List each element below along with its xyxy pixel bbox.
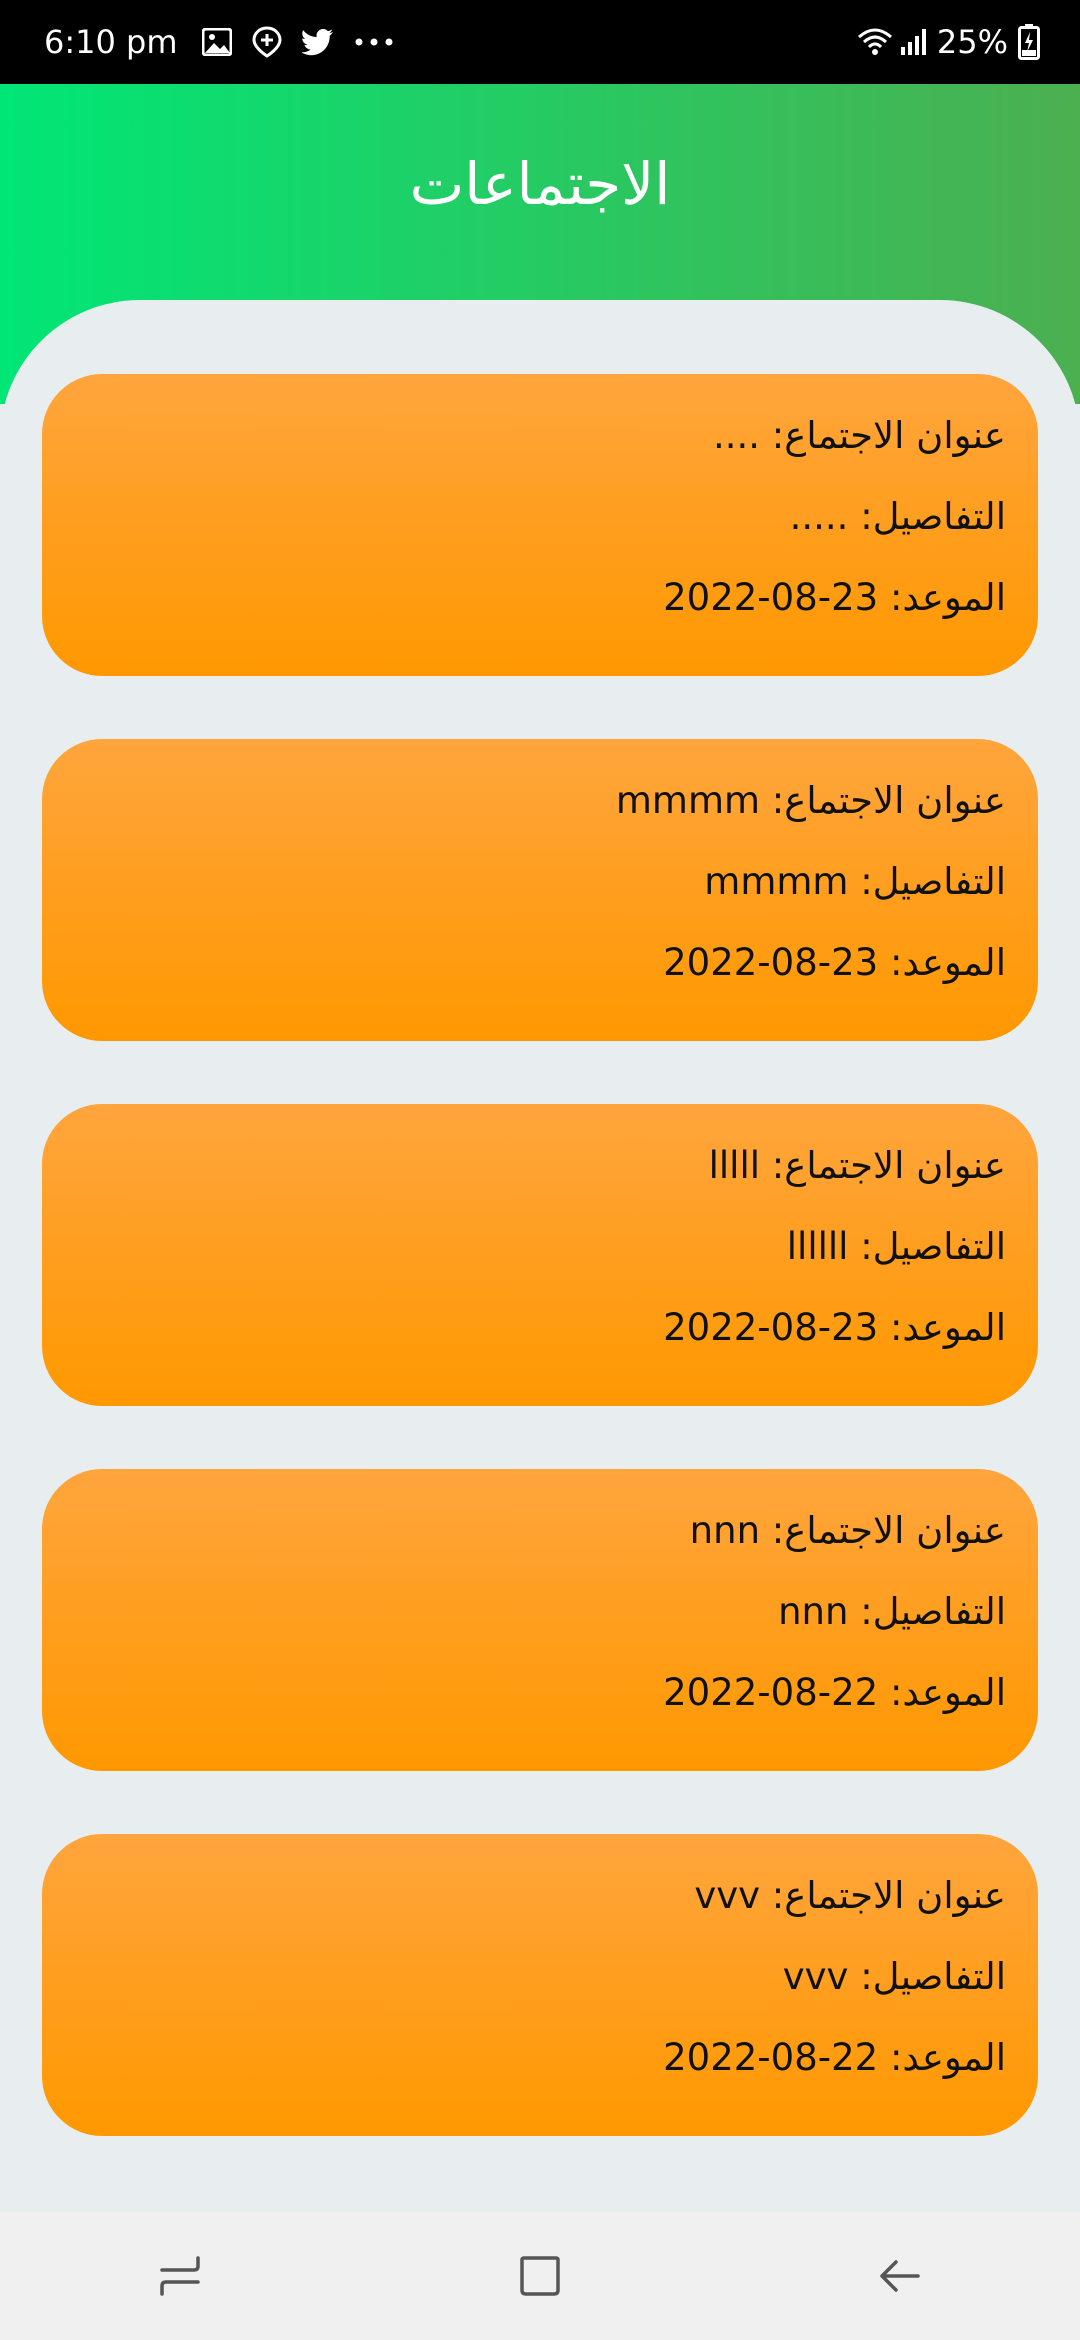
image-icon: [201, 28, 232, 56]
battery-percentage: 25%: [936, 23, 1008, 61]
meeting-card[interactable]: عنوان الاجتماع: vvv التفاصيل: vvv الموعد…: [42, 1834, 1038, 2136]
meeting-date: الموعد: 22-08-2022: [663, 1671, 1006, 1714]
meeting-date: الموعد: 23-08-2022: [663, 1306, 1006, 1349]
home-icon[interactable]: [500, 2236, 580, 2316]
meeting-card[interactable]: عنوان الاجتماع: .... التفاصيل: ..... الم…: [42, 374, 1038, 676]
twitter-icon: [301, 28, 334, 56]
more-dots-icon: [354, 37, 394, 47]
system-nav-bar: [0, 2212, 1080, 2340]
meeting-title: عنوان الاجتماع: lllll: [708, 1144, 1006, 1187]
meeting-date: الموعد: 23-08-2022: [663, 941, 1006, 984]
meeting-details: التفاصيل: mmmm: [704, 860, 1006, 903]
meeting-details: التفاصيل: llllll: [786, 1225, 1006, 1268]
meeting-details: التفاصيل: nnn: [778, 1590, 1006, 1633]
meeting-title: عنوان الاجتماع: mmmm: [615, 779, 1006, 822]
battery-charging-icon: [1018, 24, 1040, 60]
meeting-card[interactable]: عنوان الاجتماع: lllll التفاصيل: llllll ا…: [42, 1104, 1038, 1406]
meetings-list[interactable]: عنوان الاجتماع: .... التفاصيل: ..... الم…: [0, 300, 1080, 2212]
recent-apps-icon[interactable]: [140, 2236, 220, 2316]
meeting-card[interactable]: عنوان الاجتماع: nnn التفاصيل: nnn الموعد…: [42, 1469, 1038, 1771]
meeting-title: عنوان الاجتماع: nnn: [689, 1509, 1006, 1552]
meeting-details: التفاصيل: vvv: [782, 1955, 1006, 1998]
meeting-date: الموعد: 23-08-2022: [663, 576, 1006, 619]
signal-icon: [899, 27, 929, 57]
back-icon[interactable]: [860, 2236, 940, 2316]
meeting-card[interactable]: عنوان الاجتماع: mmmm التفاصيل: mmmm المو…: [42, 739, 1038, 1041]
meeting-title: عنوان الاجتماع: ....: [712, 414, 1006, 457]
location-plus-icon: [252, 26, 282, 58]
meeting-title: عنوان الاجتماع: vvv: [694, 1874, 1006, 1917]
meeting-date: الموعد: 22-08-2022: [663, 2036, 1006, 2079]
status-bar: 6:10 pm 25%: [0, 0, 1080, 84]
page-title: الاجتماعات: [409, 150, 671, 218]
meeting-details: التفاصيل: .....: [789, 495, 1006, 538]
wifi-icon: [857, 27, 893, 57]
status-time: 6:10 pm: [44, 23, 178, 61]
